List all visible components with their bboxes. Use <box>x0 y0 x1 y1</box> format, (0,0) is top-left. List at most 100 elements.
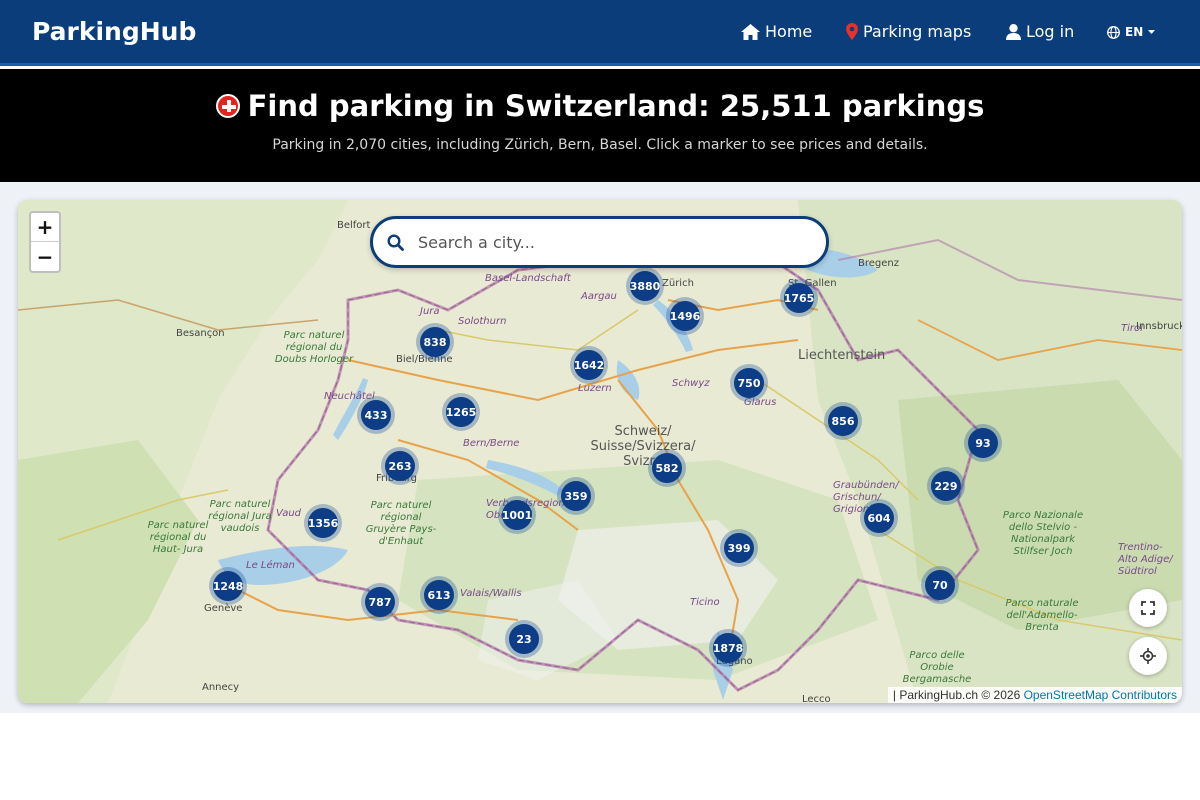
parking-cluster-marker[interactable]: 838 <box>416 323 454 361</box>
map-label-liechtenstein: Liechtenstein <box>798 348 886 363</box>
cluster-count: 613 <box>424 580 454 610</box>
parking-cluster-marker[interactable]: 1248 <box>209 567 247 605</box>
crosshair-icon <box>1140 648 1156 664</box>
map-pin-icon <box>846 23 858 40</box>
search-input[interactable] <box>418 232 798 252</box>
map-label-park-gruyere: Parc naturel régional Gruyère Pays-d'Enh… <box>365 500 437 547</box>
attribution-text: | ParkingHub.ch © 2026 <box>892 688 1024 702</box>
map-label-park-doubs: Parc naturel régional du Doubs Horloger <box>274 330 354 365</box>
swiss-flag-icon <box>215 94 240 118</box>
locate-me-button[interactable] <box>1129 637 1167 675</box>
cluster-count: 838 <box>420 327 450 357</box>
caret-down-icon <box>1148 29 1156 34</box>
city-search-box <box>370 216 829 268</box>
cluster-count: 433 <box>361 400 391 430</box>
zoom-out-button[interactable]: − <box>31 242 59 271</box>
map-label-lecco: Lecco <box>802 694 831 703</box>
globe-icon <box>1107 25 1120 39</box>
cluster-count: 1265 <box>446 397 476 427</box>
cluster-count: 399 <box>724 533 754 563</box>
user-icon <box>1006 23 1021 40</box>
nav-parking-maps-label: Parking maps <box>863 22 972 41</box>
page-title: Find parking in Switzerland: 25,511 park… <box>247 89 985 123</box>
cluster-count: 359 <box>561 481 591 511</box>
nav-login[interactable]: Log in <box>1006 22 1074 41</box>
map-label-park-stelvio: Parco Nazionale dello Stelvio - National… <box>1002 510 1084 557</box>
map-label-valais: Valais/Wallis <box>460 588 522 599</box>
parking-cluster-marker[interactable]: 1496 <box>666 297 704 335</box>
map-label-besancon: Besançon <box>176 328 225 339</box>
cluster-count: 263 <box>385 451 415 481</box>
nav-home[interactable]: Home <box>741 22 812 41</box>
fullscreen-button[interactable] <box>1129 589 1167 627</box>
map-label-schwyz: Schwyz <box>672 378 710 389</box>
cluster-count: 582 <box>652 453 682 483</box>
parking-cluster-marker[interactable]: 433 <box>357 396 395 434</box>
parking-cluster-marker[interactable]: 582 <box>648 449 686 487</box>
cluster-count: 750 <box>734 368 764 398</box>
cluster-count: 1642 <box>574 350 604 380</box>
map-label-trentino: Trentino- Alto Adige/ Südtirol <box>1118 542 1173 577</box>
parking-cluster-marker[interactable]: 604 <box>860 499 898 537</box>
map-label-le-leman: Le Léman <box>246 560 295 571</box>
nav-login-label: Log in <box>1026 22 1075 41</box>
cluster-count: 1248 <box>213 571 243 601</box>
map-label-park-adamello: Parco naturale dell'Adamello- Brenta <box>1005 598 1079 633</box>
map-label-innsbruck: Innsbruck <box>1136 321 1182 332</box>
map-label-annecy: Annecy <box>202 682 240 693</box>
parking-cluster-marker[interactable]: 399 <box>720 529 758 567</box>
hero-title-row: Find parking in Switzerland: 25,511 park… <box>0 89 1200 123</box>
nav-home-label: Home <box>765 22 813 41</box>
language-dropdown[interactable]: EN <box>1107 25 1156 39</box>
parking-cluster-marker[interactable]: 1765 <box>780 279 818 317</box>
parking-cluster-marker[interactable]: 1356 <box>304 504 342 542</box>
brand-logo[interactable]: ParkingHub <box>32 17 196 46</box>
zoom-in-button[interactable]: + <box>31 213 59 242</box>
map-attribution: | ParkingHub.ch © 2026 OpenStreetMap Con… <box>887 687 1182 703</box>
search-icon <box>387 233 404 251</box>
parking-cluster-marker[interactable]: 70 <box>921 566 959 604</box>
parking-cluster-marker[interactable]: 750 <box>730 364 768 402</box>
map-label-aargau: Aargau <box>581 291 617 302</box>
cluster-count: 229 <box>931 471 961 501</box>
map-label-bern: Bern/Berne <box>463 438 520 449</box>
home-icon <box>741 23 760 40</box>
parking-cluster-marker[interactable]: 1265 <box>442 393 480 431</box>
cluster-count: 1496 <box>670 301 700 331</box>
cluster-count: 1356 <box>308 508 338 538</box>
parking-cluster-marker[interactable]: 359 <box>557 477 595 515</box>
cluster-count: 1765 <box>784 283 814 313</box>
map-label-solothurn: Solothurn <box>458 316 507 327</box>
map-label-luzern: Luzern <box>578 383 612 394</box>
parking-cluster-marker[interactable]: 93 <box>964 424 1002 462</box>
cluster-count: 3880 <box>630 271 660 301</box>
map-label-basel-landschaft: Basel-Landschaft <box>485 273 571 284</box>
nav-parking-maps[interactable]: Parking maps <box>846 22 971 41</box>
parking-cluster-marker[interactable]: 613 <box>420 576 458 614</box>
parking-cluster-marker[interactable]: 856 <box>824 402 862 440</box>
language-label: EN <box>1125 25 1144 39</box>
cluster-count: 93 <box>968 428 998 458</box>
cluster-count: 70 <box>925 570 955 600</box>
parking-cluster-marker[interactable]: 1642 <box>570 346 608 384</box>
parking-cluster-marker[interactable]: 1878 <box>709 629 747 667</box>
parking-cluster-marker[interactable]: 229 <box>927 467 965 505</box>
map-label-bregenz: Bregenz <box>858 258 899 269</box>
map-label-jura: Jura <box>420 306 440 317</box>
parking-cluster-marker[interactable]: 263 <box>381 447 419 485</box>
hero-subtitle: Parking in 2,070 cities, including Züric… <box>272 137 928 153</box>
map-label-park-haut-jura: Parc naturel régional du Haut- Jura <box>147 520 209 555</box>
map-section: Belfort Besançon Bregenz St. Gallen Liec… <box>0 182 1200 713</box>
navbar: ParkingHub Home Parking maps Log in EN <box>0 0 1200 66</box>
fullscreen-icon <box>1141 601 1155 615</box>
cluster-count: 1001 <box>502 500 532 530</box>
cluster-count: 23 <box>509 624 539 654</box>
cluster-count: 1878 <box>713 633 743 663</box>
parking-cluster-marker[interactable]: 787 <box>361 583 399 621</box>
osm-contributors-link[interactable]: OpenStreetMap Contributors <box>1024 688 1177 702</box>
parking-map[interactable]: Belfort Besançon Bregenz St. Gallen Liec… <box>18 200 1182 703</box>
parking-cluster-marker[interactable]: 1001 <box>498 496 536 534</box>
parking-cluster-marker[interactable]: 3880 <box>626 267 664 305</box>
parking-cluster-marker[interactable]: 23 <box>505 620 543 658</box>
cluster-count: 856 <box>828 406 858 436</box>
